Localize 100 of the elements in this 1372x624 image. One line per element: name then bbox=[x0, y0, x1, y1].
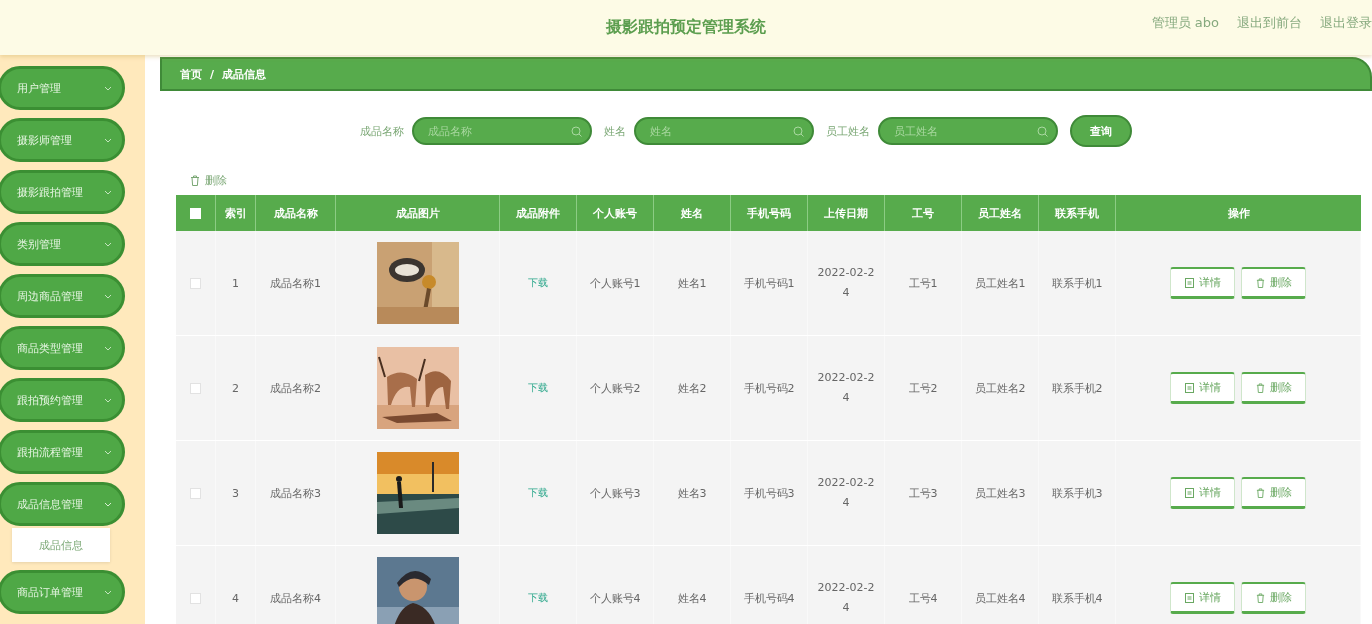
header-link[interactable]: 管理员 abo bbox=[1151, 14, 1219, 32]
document-icon bbox=[1184, 592, 1194, 603]
trash-icon bbox=[1255, 382, 1265, 393]
submenu-item[interactable]: 成品信息 bbox=[12, 528, 110, 562]
delete-button[interactable]: 删除 bbox=[1241, 582, 1306, 614]
download-link[interactable]: 下载 bbox=[528, 381, 548, 395]
chevron-icon bbox=[104, 589, 112, 595]
chevron-icon bbox=[104, 241, 112, 247]
table-cell: 手机号码2 bbox=[743, 380, 795, 396]
table-cell: 个人账号4 bbox=[589, 590, 641, 606]
detail-button[interactable]: 详情 bbox=[1170, 582, 1235, 614]
sidebar-item[interactable]: 跟拍流程管理 bbox=[0, 430, 125, 474]
trash-icon bbox=[1255, 487, 1265, 498]
sidebar-item[interactable]: 用户管理 bbox=[0, 66, 125, 110]
search-field[interactable]: 姓名 bbox=[634, 117, 814, 145]
table-cell: 员工姓名3 bbox=[974, 485, 1026, 501]
chevron-icon bbox=[104, 345, 112, 351]
table-cell: 工号4 bbox=[908, 590, 938, 606]
chevron-icon bbox=[104, 137, 112, 143]
trash-icon bbox=[190, 175, 200, 186]
trash-icon bbox=[1255, 592, 1265, 603]
table-cell: 工号3 bbox=[908, 485, 938, 501]
download-link[interactable]: 下载 bbox=[528, 591, 548, 605]
table-cell: 员工姓名4 bbox=[974, 590, 1026, 606]
table-cell: 个人账号1 bbox=[589, 275, 641, 291]
field-label: 姓名 bbox=[604, 123, 626, 139]
breadcrumb-item[interactable]: 首页 bbox=[180, 66, 202, 82]
table-cell: 2 bbox=[232, 381, 239, 395]
column-header: 操作 bbox=[1226, 205, 1251, 222]
table-cell: 3 bbox=[232, 486, 239, 500]
chevron-icon bbox=[104, 501, 112, 507]
select-all-checkbox[interactable] bbox=[190, 207, 201, 219]
table-cell: 联系手机3 bbox=[1051, 485, 1103, 501]
delete-button[interactable]: 删除 bbox=[1241, 267, 1306, 299]
sidebar-item[interactable]: 周边商品管理 bbox=[0, 274, 125, 318]
header-link[interactable]: 退出到前台 bbox=[1237, 14, 1302, 32]
download-link[interactable]: 下载 bbox=[528, 486, 548, 500]
table-cell: 姓名2 bbox=[677, 380, 707, 396]
table-cell-text: 2022-02-24 bbox=[816, 475, 876, 511]
row-checkbox[interactable] bbox=[190, 592, 201, 604]
search-icon bbox=[571, 126, 582, 137]
table-cell: 员工姓名2 bbox=[974, 380, 1026, 396]
sidebar-item[interactable]: 商品类型管理 bbox=[0, 326, 125, 370]
header-link[interactable]: 退出登录 bbox=[1320, 14, 1372, 32]
field-label: 成品名称 bbox=[360, 123, 404, 139]
table-cell: 手机号码4 bbox=[743, 590, 795, 606]
document-icon bbox=[1184, 487, 1194, 498]
table-cell-text: 2022-02-24 bbox=[816, 265, 876, 301]
table-cell: 成品名称1 bbox=[270, 275, 321, 291]
app-title: 摄影跟拍预定管理系统 bbox=[606, 17, 766, 38]
breadcrumb-separator: / bbox=[210, 67, 215, 81]
detail-button[interactable]: 详情 bbox=[1170, 267, 1235, 299]
chevron-icon bbox=[104, 189, 112, 195]
row-checkbox[interactable] bbox=[190, 382, 201, 394]
search-button[interactable]: 查询 bbox=[1070, 115, 1132, 147]
table-cell: 手机号码1 bbox=[743, 275, 795, 291]
row-checkbox[interactable] bbox=[190, 277, 201, 289]
detail-button[interactable]: 详情 bbox=[1170, 372, 1235, 404]
table-cell: 个人账号2 bbox=[589, 380, 641, 396]
sidebar-item[interactable]: 类别管理 bbox=[0, 222, 125, 266]
table-cell: 成品名称2 bbox=[270, 380, 321, 396]
delete-button[interactable]: 删除 bbox=[1241, 372, 1306, 404]
table-cell: 1 bbox=[232, 276, 239, 290]
table-cell: 成品名称3 bbox=[270, 485, 321, 501]
table-cell: 工号1 bbox=[908, 275, 938, 291]
download-link[interactable]: 下载 bbox=[528, 276, 548, 290]
table-cell: 员工姓名1 bbox=[974, 275, 1026, 291]
table-cell: 成品名称4 bbox=[270, 590, 321, 606]
table-cell: 姓名1 bbox=[677, 275, 707, 291]
breadcrumb-item: 成品信息 bbox=[222, 66, 267, 82]
sidebar-item[interactable]: 跟拍预约管理 bbox=[0, 378, 125, 422]
table-cell-text: 2022-02-24 bbox=[816, 370, 876, 406]
sidebar-item[interactable]: 摄影跟拍管理 bbox=[0, 170, 125, 214]
chevron-icon bbox=[104, 85, 112, 91]
sidebar-item[interactable]: 成品信息管理 bbox=[0, 482, 125, 526]
table-cell-text: 2022-02-24 bbox=[816, 580, 876, 616]
chevron-icon bbox=[104, 293, 112, 299]
sidebar-item[interactable]: 摄影师管理 bbox=[0, 118, 125, 162]
search-field[interactable]: 员工姓名 bbox=[878, 117, 1058, 145]
search-field[interactable]: 成品名称 bbox=[412, 117, 592, 145]
delete-button[interactable]: 删除 bbox=[1241, 477, 1306, 509]
table-cell: 姓名3 bbox=[677, 485, 707, 501]
table-cell: 4 bbox=[232, 591, 239, 605]
document-icon bbox=[1184, 277, 1194, 288]
row-checkbox[interactable] bbox=[190, 487, 201, 499]
table-cell: 联系手机4 bbox=[1051, 590, 1103, 606]
chevron-icon bbox=[104, 397, 112, 403]
search-icon bbox=[1037, 126, 1048, 137]
detail-button[interactable]: 详情 bbox=[1170, 477, 1235, 509]
table-cell: 手机号码3 bbox=[743, 485, 795, 501]
table-cell: 姓名4 bbox=[677, 590, 707, 606]
delete-button[interactable]: 删除 bbox=[190, 173, 227, 188]
table-cell: 工号2 bbox=[908, 380, 938, 396]
trash-icon bbox=[1255, 277, 1265, 288]
document-icon bbox=[1184, 382, 1194, 393]
chevron-icon bbox=[104, 449, 112, 455]
field-label: 员工姓名 bbox=[826, 123, 870, 139]
table-cell: 联系手机2 bbox=[1051, 380, 1103, 396]
sidebar-item[interactable]: 商品订单管理 bbox=[0, 570, 125, 614]
table-cell: 联系手机1 bbox=[1051, 275, 1103, 291]
